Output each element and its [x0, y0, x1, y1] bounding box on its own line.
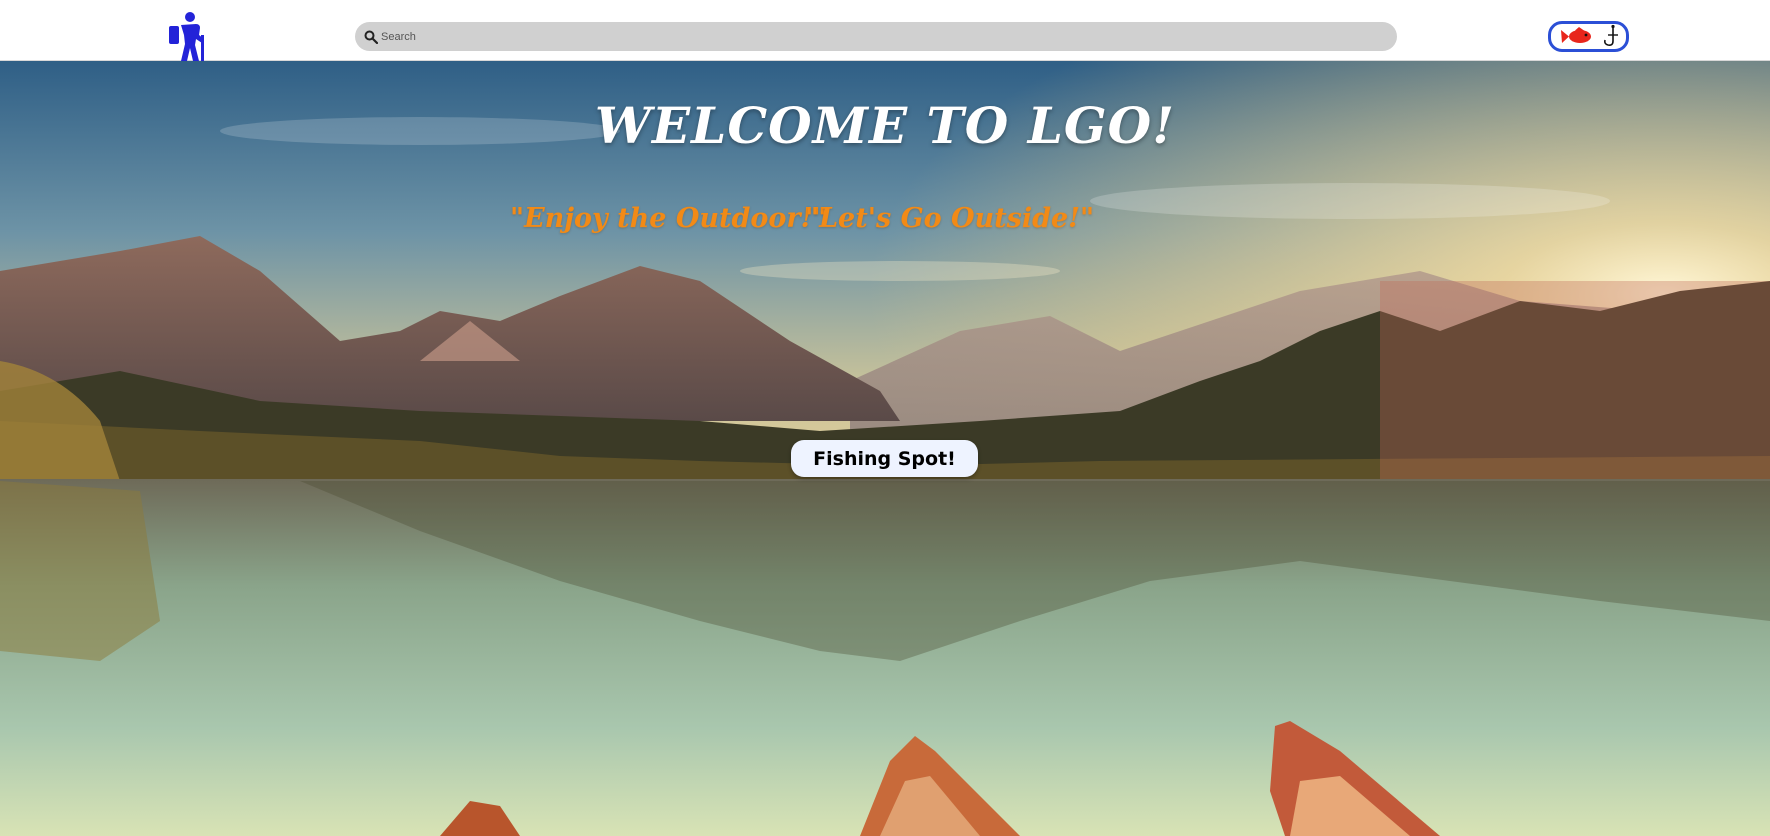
tagline-lets-go-outside: "Let's Go Outside!": [805, 203, 1095, 234]
fish-hook-icon: [1561, 24, 1618, 46]
search-input[interactable]: [381, 30, 1381, 43]
tagline-enjoy-outdoor: "Enjoy the Outdoor!": [510, 203, 827, 234]
fishing-spot-button[interactable]: Fishing Spot!: [791, 440, 978, 477]
top-bar: [0, 0, 1770, 61]
search-bar[interactable]: [355, 22, 1397, 51]
hero-section: WELCOME TO LGO! "Enjoy the Outdoor!" "Le…: [0, 61, 1770, 836]
page-title: WELCOME TO LGO!: [594, 96, 1176, 155]
search-icon: [364, 30, 378, 44]
hiker-icon[interactable]: [166, 11, 206, 61]
fishing-nav-button[interactable]: [1548, 21, 1629, 52]
